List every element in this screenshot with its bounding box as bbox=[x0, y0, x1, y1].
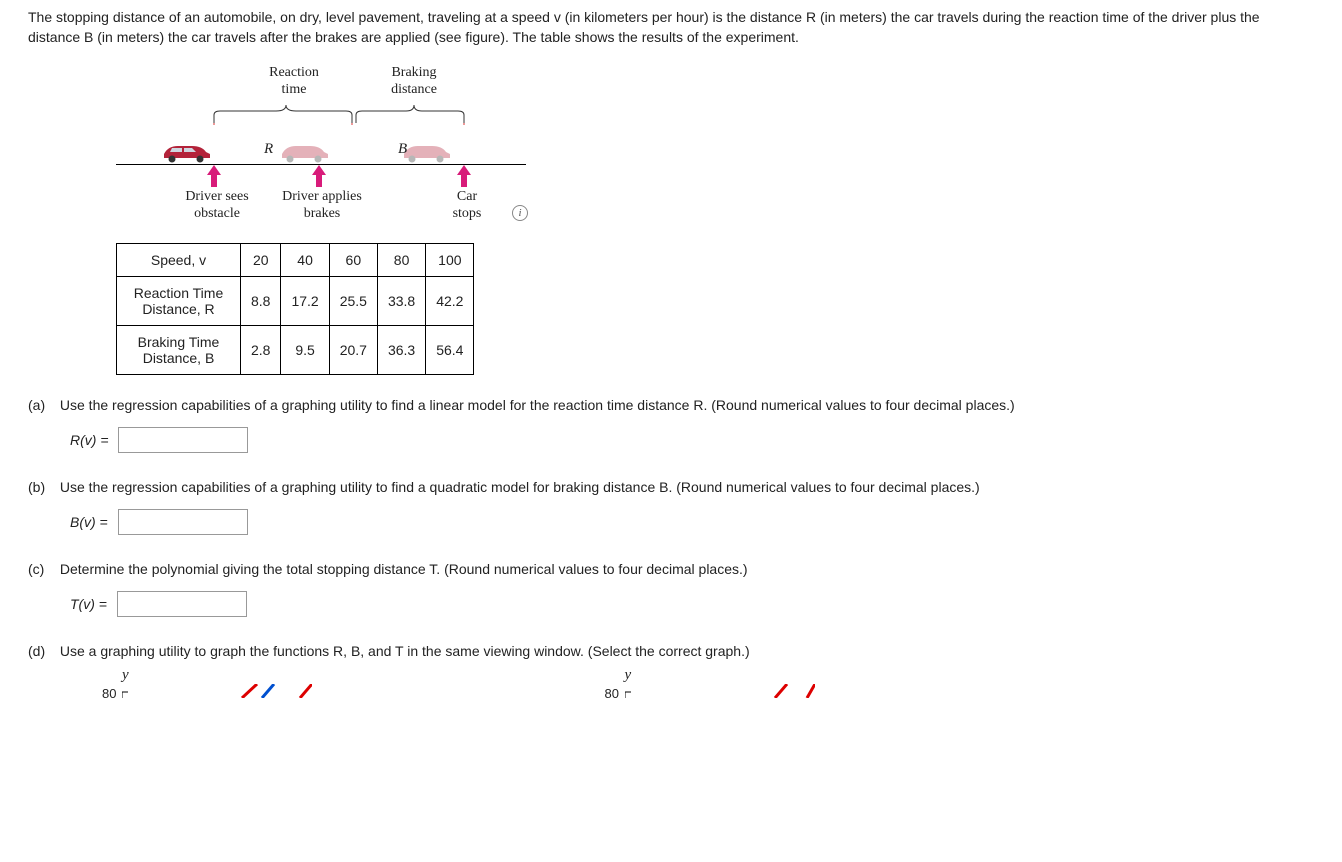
row-header-braking: Braking Time Distance, B bbox=[117, 326, 241, 375]
part-label: (d) bbox=[28, 643, 56, 659]
cell: 80 bbox=[377, 244, 425, 277]
part-text: Use a graphing utility to graph the func… bbox=[60, 643, 750, 659]
graph-option-1[interactable]: y 80 bbox=[70, 667, 312, 701]
car-icon bbox=[276, 140, 332, 164]
answer-input-r[interactable] bbox=[118, 427, 248, 453]
cell: 40 bbox=[281, 244, 329, 277]
stopping-distance-figure: Reactiontime Brakingdistance bbox=[116, 65, 526, 229]
segment-label-r: R bbox=[264, 141, 273, 158]
cell: 9.5 bbox=[281, 326, 329, 375]
axis-tick: 80 bbox=[604, 686, 618, 701]
cell: 56.4 bbox=[426, 326, 474, 375]
equation-label: T(v) = bbox=[70, 596, 107, 612]
row-header-speed: Speed, v bbox=[117, 244, 241, 277]
car-icon bbox=[158, 140, 214, 164]
y-axis-label: y bbox=[624, 667, 814, 684]
cell: 100 bbox=[426, 244, 474, 277]
cell: 60 bbox=[329, 244, 377, 277]
part-label: (b) bbox=[28, 479, 56, 495]
y-axis-label: y bbox=[122, 667, 312, 684]
graph-curves-icon bbox=[625, 684, 815, 698]
label-car-stops: Carstops bbox=[442, 189, 492, 223]
experiment-data-table: Speed, v 20 40 60 80 100 Reaction Time D… bbox=[116, 243, 474, 375]
cell: 8.8 bbox=[241, 277, 281, 326]
part-b: (b) Use the regression capabilities of a… bbox=[28, 479, 1314, 535]
problem-statement: The stopping distance of an automobile, … bbox=[28, 8, 1314, 47]
label-reaction-time: Reactiontime bbox=[254, 65, 334, 99]
part-text: Use the regression capabilities of a gra… bbox=[60, 397, 1015, 413]
part-text: Determine the polynomial giving the tota… bbox=[60, 561, 748, 577]
label-braking-distance: Brakingdistance bbox=[374, 65, 454, 99]
table-row: Speed, v 20 40 60 80 100 bbox=[117, 244, 474, 277]
cell: 20.7 bbox=[329, 326, 377, 375]
part-a: (a) Use the regression capabilities of a… bbox=[28, 397, 1314, 453]
cell: 42.2 bbox=[426, 277, 474, 326]
answer-input-b[interactable] bbox=[118, 509, 248, 535]
part-text: Use the regression capabilities of a gra… bbox=[60, 479, 980, 495]
axis-tick: 80 bbox=[102, 686, 116, 701]
cell: 20 bbox=[241, 244, 281, 277]
cell: 33.8 bbox=[377, 277, 425, 326]
answer-input-t[interactable] bbox=[117, 591, 247, 617]
arrow-up-icon bbox=[207, 165, 221, 187]
row-header-reaction: Reaction Time Distance, R bbox=[117, 277, 241, 326]
label-driver-applies: Driver appliesbrakes bbox=[272, 189, 372, 223]
arrow-up-icon bbox=[457, 165, 471, 187]
graph-option-2[interactable]: y 80 bbox=[572, 667, 814, 701]
cell: 25.5 bbox=[329, 277, 377, 326]
segment-label-b: B bbox=[398, 141, 407, 158]
table-row: Braking Time Distance, B 2.8 9.5 20.7 36… bbox=[117, 326, 474, 375]
cell: 2.8 bbox=[241, 326, 281, 375]
equation-label: R(v) = bbox=[70, 432, 109, 448]
cell: 17.2 bbox=[281, 277, 329, 326]
equation-label: B(v) = bbox=[70, 514, 108, 530]
part-label: (a) bbox=[28, 397, 56, 413]
bracket-svg bbox=[116, 105, 526, 125]
info-icon[interactable]: i bbox=[512, 205, 528, 221]
graph-curves-icon bbox=[122, 684, 312, 698]
table-row: Reaction Time Distance, R 8.8 17.2 25.5 … bbox=[117, 277, 474, 326]
arrow-up-icon bbox=[312, 165, 326, 187]
part-d: (d) Use a graphing utility to graph the … bbox=[28, 643, 1314, 701]
cell: 36.3 bbox=[377, 326, 425, 375]
label-driver-sees: Driver seesobstacle bbox=[172, 189, 262, 223]
part-c: (c) Determine the polynomial giving the … bbox=[28, 561, 1314, 617]
part-label: (c) bbox=[28, 561, 56, 577]
